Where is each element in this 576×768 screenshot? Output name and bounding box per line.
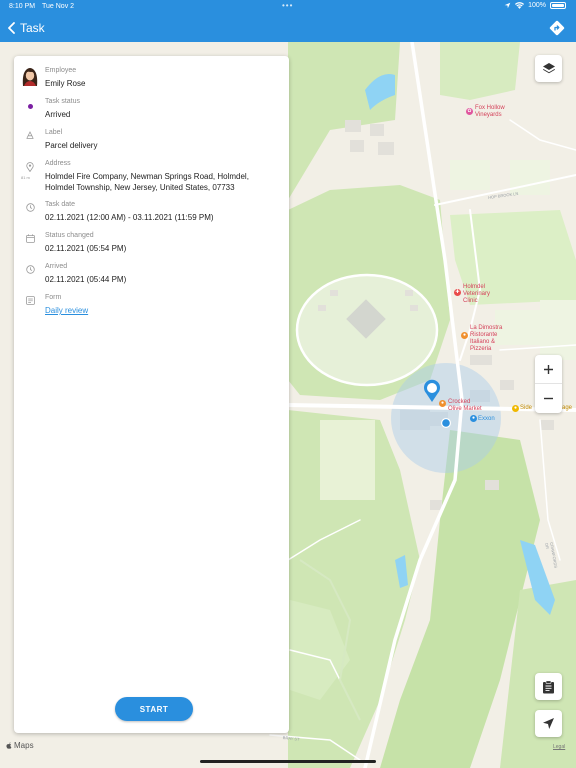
location-arrow-icon	[504, 2, 511, 9]
clock-icon	[23, 203, 37, 212]
task-location-pin-icon[interactable]	[423, 379, 441, 403]
task-date-label: Task date	[45, 201, 75, 208]
form-link[interactable]: Daily review	[45, 305, 280, 316]
task-date-value: 02.11.2021 (12:00 AM) - 03.11.2021 (11:5…	[45, 213, 214, 222]
navigation-arrow-icon	[543, 718, 554, 729]
form-icon	[23, 296, 37, 305]
label-value: Parcel delivery	[45, 141, 98, 150]
poi-exxon[interactable]: Exxon	[478, 416, 495, 423]
label-icon	[23, 131, 37, 139]
task-status-label: Task status	[45, 98, 81, 105]
label-label: Label	[45, 129, 63, 136]
directions-icon	[549, 20, 565, 36]
poi-side-garage-suffix[interactable]: age	[562, 405, 572, 412]
poi-la-dimostra[interactable]: La Dimostra Ristorante Italiano & Pizzer…	[470, 325, 502, 353]
status-time: 8:10 PM	[9, 3, 36, 10]
poi-side-garage[interactable]: Side	[520, 405, 532, 412]
chevron-left-icon	[8, 22, 15, 34]
status-changed-value: 02.11.2021 (05:54 PM)	[45, 244, 127, 253]
map-layers-button[interactable]	[535, 55, 562, 82]
zoom-controls	[535, 355, 562, 413]
vineyard-poi-icon[interactable]: ✿	[466, 108, 473, 115]
back-button[interactable]: Task	[0, 21, 45, 35]
zoom-out-button[interactable]	[535, 384, 562, 413]
status-date: Tue Nov 2	[42, 3, 75, 10]
address-label: Address	[45, 160, 71, 167]
status-changed-label: Status changed	[45, 232, 94, 239]
layers-icon	[542, 62, 555, 73]
employee-avatar	[22, 68, 38, 86]
directions-button[interactable]	[548, 19, 566, 37]
poi-holmdel-vet[interactable]: Holmdel Veterinary Clinic	[463, 284, 490, 305]
task-list-button[interactable]	[535, 673, 562, 700]
app-bar: Task	[0, 14, 576, 42]
plus-icon	[544, 364, 553, 374]
vet-poi-icon[interactable]: ✚	[454, 289, 461, 296]
my-location-button[interactable]	[535, 710, 562, 737]
task-details-card: Employee Emily Rose Task status Arrived …	[14, 56, 289, 733]
legal-link[interactable]: Legal	[553, 744, 565, 750]
apple-maps-attribution: Maps	[6, 741, 34, 750]
battery-icon	[550, 2, 566, 9]
arrived-label: Arrived	[45, 263, 68, 270]
calendar-icon	[23, 234, 37, 243]
clipboard-icon	[543, 680, 554, 693]
gas-poi-icon[interactable]: ●	[470, 415, 477, 422]
wifi-icon	[515, 2, 525, 9]
multitask-dots-icon[interactable]: •••	[282, 1, 293, 10]
task-status-value: Arrived	[45, 110, 71, 119]
location-pin-icon	[23, 162, 37, 172]
home-indicator[interactable]	[200, 760, 376, 763]
employee-name: Emily Rose	[45, 79, 86, 88]
market-poi-icon[interactable]: ●	[439, 400, 446, 407]
garage-poi-icon[interactable]: ●	[512, 405, 519, 412]
form-label: Form	[45, 294, 62, 301]
top-bar: 8:10 PM Tue Nov 2 ••• 100% Task	[0, 0, 576, 42]
zoom-in-button[interactable]	[535, 355, 562, 384]
arrived-clock-icon	[23, 265, 37, 274]
minus-icon	[544, 397, 553, 400]
start-button[interactable]: START	[115, 697, 193, 721]
apple-logo-icon	[6, 742, 12, 749]
address-value: Holmdel Fire Company, Newman Springs Roa…	[45, 172, 249, 192]
poi-fox-hollow[interactable]: Fox Hollow Vineyards	[475, 105, 505, 119]
arrived-value: 02.11.2021 (05:44 PM)	[45, 275, 127, 284]
maps-label: Maps	[14, 741, 34, 750]
status-dot-icon	[23, 104, 37, 109]
poi-crocked-olive[interactable]: Crocked Olive Market	[448, 399, 482, 413]
status-right: 100%	[504, 2, 566, 9]
address-distance: 81 m	[21, 175, 30, 180]
employee-label: Employee	[45, 67, 77, 74]
status-bar: 8:10 PM Tue Nov 2 ••• 100%	[0, 0, 576, 14]
restaurant-poi-icon[interactable]: ●	[461, 332, 468, 339]
battery-percent: 100%	[528, 2, 546, 9]
page-title: Task	[20, 21, 45, 35]
